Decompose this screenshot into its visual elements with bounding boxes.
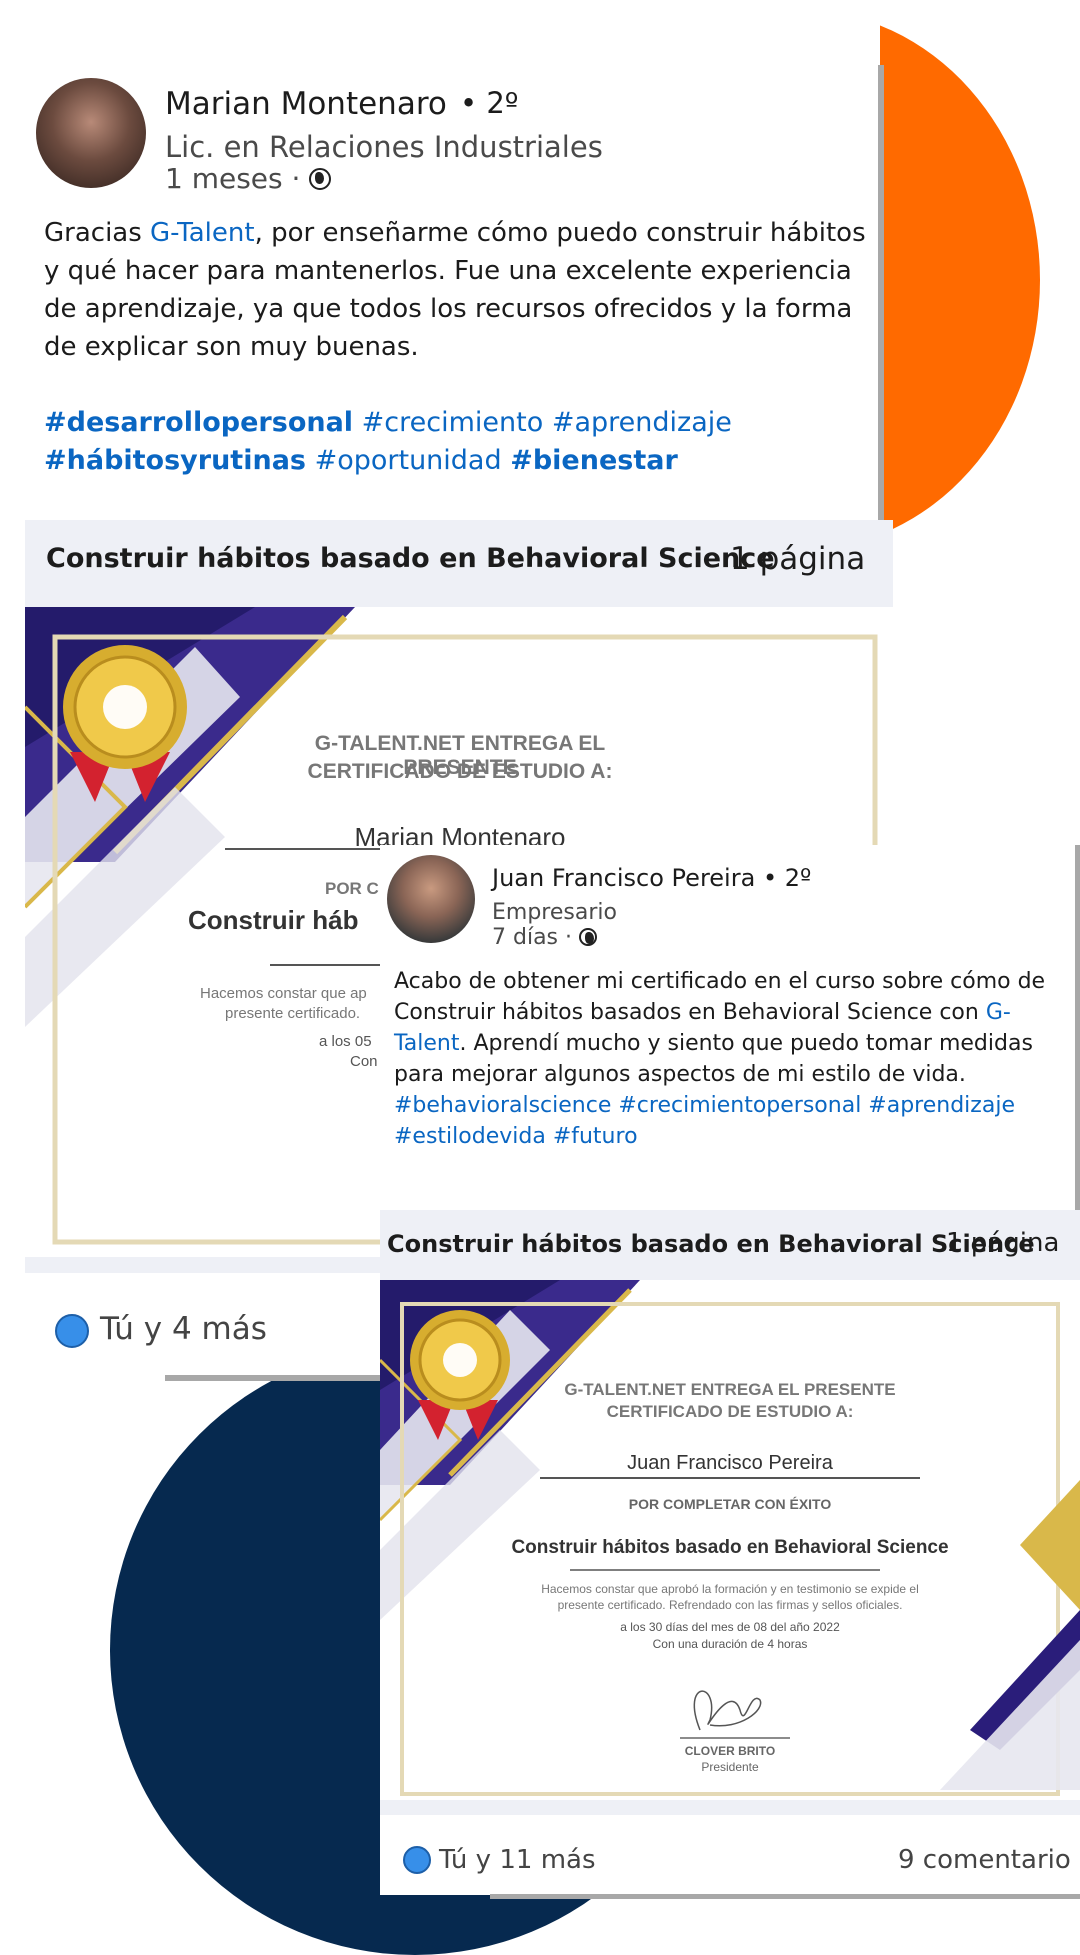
reactions-number: 4 más [171, 1311, 267, 1347]
certificate-recipient: Juan Francisco Pereira [627, 1452, 833, 1474]
certificate-desc: Hacemos constar que ap [200, 985, 367, 1002]
globe-icon [579, 928, 597, 946]
document-page-count: 1 página [946, 1228, 1060, 1258]
connection-degree: • 2º [460, 86, 519, 120]
document-footer [380, 1800, 1080, 1815]
like-icon[interactable] [55, 1314, 89, 1348]
document-title[interactable]: Construir hábitos basado en Behavioral S… [387, 1230, 1035, 1258]
avatar[interactable] [387, 855, 475, 943]
author-headline: Empresario [492, 900, 617, 925]
certificate-issuer-line2: CERTIFICADO DE ESTUDIO A: [606, 1402, 854, 1421]
globe-icon [309, 168, 332, 190]
avatar[interactable] [36, 78, 146, 188]
certificate-duration: Con una duración de 4 horas [652, 1637, 808, 1651]
author-name[interactable]: Juan Francisco Pereira • 2º [492, 864, 811, 892]
post-time: 7 días · [492, 925, 597, 950]
author-headline: Lic. en Relaciones Industriales [165, 130, 603, 164]
document-title[interactable]: Construir hábitos basado en Behavioral S… [46, 543, 775, 574]
mention-link[interactable]: G-Talent [150, 218, 255, 248]
reactions-label: Tú y [439, 1845, 492, 1875]
certificate-issuer: G-TALENT.NET ENTREGA EL PRESENTE [564, 1380, 896, 1399]
reactions-count[interactable]: Tú y 4 más [100, 1311, 267, 1347]
hashtag-link[interactable]: #crecimiento [362, 407, 544, 438]
connection-degree: • 2º [762, 864, 812, 892]
signer-role: Presidente [701, 1760, 759, 1774]
post-time-label: 1 meses [165, 162, 283, 195]
author-name[interactable]: Marian Montenaro [165, 86, 447, 122]
post-text-part: . Aprendí mucho y siento que puedo tomar… [394, 1031, 1033, 1087]
certificate-date: a los 30 días del mes de 08 del año 2022 [620, 1620, 840, 1634]
certificate-desc2: presente certificado. Refrendado con las… [557, 1598, 903, 1612]
hashtag-link[interactable]: #aprendizaje [552, 407, 732, 438]
certificate-course: Construir hábitos basado en Behavioral S… [511, 1537, 949, 1558]
hashtag-link[interactable]: #oportunidad [315, 445, 502, 476]
certificate-desc: Hacemos constar que aprobó la formación … [541, 1582, 919, 1596]
hashtag-link[interactable]: #hábitosyrutinas [44, 445, 306, 476]
hashtags: #desarrollopersonal #crecimiento #aprend… [44, 404, 884, 480]
certificate-issuer-line2: CERTIFICADO DE ESTUDIO A: [307, 760, 613, 783]
post-text-part: Gracias [44, 218, 151, 248]
signer-name: CLOVER BRITO [684, 1744, 776, 1758]
hashtag-link[interactable]: #desarrollopersonal [44, 407, 353, 438]
reactions-count[interactable]: Tú y 11 más [439, 1845, 596, 1875]
hashtag-link[interactable]: #bienestar [510, 445, 678, 476]
comments-count[interactable]: 9 comentario [898, 1845, 1071, 1875]
post-text: Acabo de obtener mi certificado en el cu… [394, 966, 1074, 1152]
document-page-count: 1 página [730, 541, 866, 577]
reactions-number: 11 más [499, 1845, 596, 1875]
post-text-part: Acabo de obtener mi certificado en el cu… [394, 969, 1046, 1025]
post-time: 1 meses · [165, 162, 332, 195]
author-name-label: Juan Francisco Pereira [492, 864, 756, 892]
card-shadow-edge [165, 1375, 380, 1381]
post-time-label: 7 días [492, 925, 559, 950]
hashtags[interactable]: #behavioralscience #crecimientopersonal … [394, 1093, 1015, 1149]
certificate-image[interactable]: G-TALENT.NET ENTREGA EL PRESENTE CERTIFI… [380, 1280, 1080, 1814]
card-shadow-edge [490, 1894, 1080, 1899]
certificate-por: POR COMPLETAR CON ÉXITO [628, 1496, 832, 1512]
like-icon[interactable] [403, 1846, 431, 1874]
post-text: Gracias G-Talent, por enseñarme cómo pue… [44, 214, 884, 366]
reactions-label: Tú y [100, 1311, 163, 1347]
